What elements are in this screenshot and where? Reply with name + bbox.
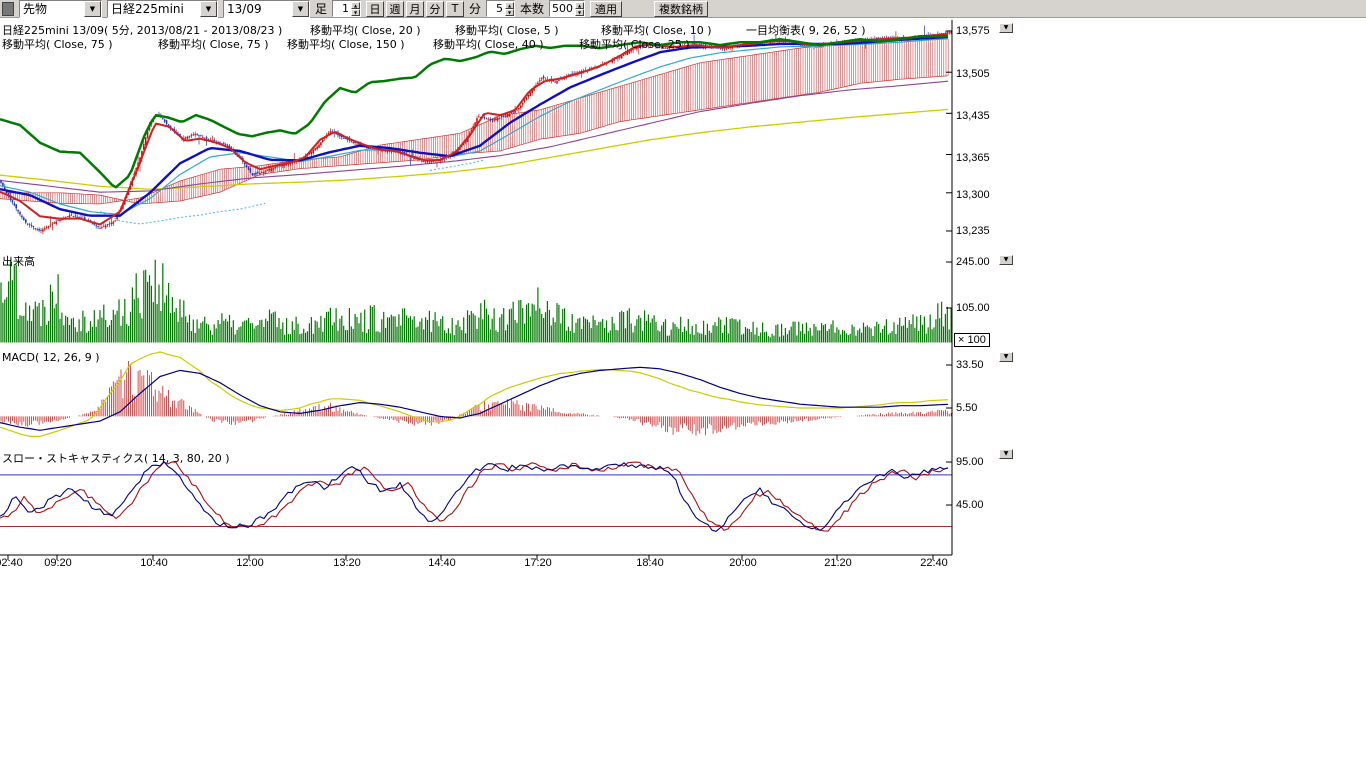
minute-value-input[interactable]: 5 ▲ ▼ bbox=[486, 0, 515, 17]
time-axis-label-7: 18:40 bbox=[633, 557, 667, 569]
legend-row2-item-2: 移動平均( Close, 150 ) bbox=[287, 36, 405, 52]
panel-scale-button-stoch[interactable]: ▼ bbox=[999, 449, 1013, 459]
time-axis-label-8: 20:00 bbox=[726, 557, 760, 569]
bar-interval-value: 1 bbox=[333, 2, 351, 15]
panel-scale-button-price[interactable]: ▼ bbox=[999, 23, 1013, 33]
time-axis-label-3: 12:00 bbox=[233, 557, 267, 569]
apply-button[interactable]: 適用 bbox=[590, 1, 622, 17]
price-axis-label-2: 13,435 bbox=[956, 110, 990, 122]
bar-count-label: 本数 bbox=[520, 0, 544, 17]
spin-down-icon[interactable]: ▼ bbox=[505, 9, 514, 16]
time-axis-label-0: 02:40 bbox=[0, 557, 26, 569]
panel-scale-button-macd[interactable]: ▼ bbox=[999, 352, 1013, 362]
category-select[interactable]: 先物 ▼ bbox=[19, 0, 102, 18]
period-button-1[interactable]: 週 bbox=[386, 1, 404, 17]
chart-canvas[interactable] bbox=[0, 18, 1013, 568]
time-axis-label-1: 09:20 bbox=[41, 557, 75, 569]
legend-row2-item-0: 移動平均( Close, 75 ) bbox=[2, 36, 113, 52]
time-axis-label-6: 17:20 bbox=[521, 557, 555, 569]
time-axis-label-9: 21:20 bbox=[821, 557, 855, 569]
period-button-4[interactable]: T bbox=[446, 1, 464, 17]
legend-row2-item-4: 移動平均( Close, 25 ) bbox=[579, 36, 690, 52]
spin-up-icon[interactable]: ▲ bbox=[351, 2, 360, 9]
macd-axis-label-0: 33.50 bbox=[956, 359, 984, 371]
period-button-2[interactable]: 月 bbox=[406, 1, 424, 17]
volume-multiplier-badge: × 100 bbox=[954, 333, 990, 347]
volume-panel-label: 出来高 bbox=[2, 253, 35, 269]
macd-axis-label-1: 5.50 bbox=[956, 402, 977, 414]
price-axis-label-1: 13,505 bbox=[956, 68, 990, 80]
legend-row1-item-4: 一目均衡表( 9, 26, 52 ) bbox=[746, 22, 866, 38]
chevron-down-icon[interactable]: ▼ bbox=[200, 1, 217, 17]
macd-panel-label: MACD( 12, 26, 9 ) bbox=[2, 351, 100, 364]
price-axis-label-0: 13,575 bbox=[956, 25, 990, 37]
symbol-select[interactable]: 日経225mini ▼ bbox=[107, 0, 218, 18]
contract-select[interactable]: 13/09 ▼ bbox=[223, 0, 310, 18]
price-axis-label-5: 13,235 bbox=[956, 225, 990, 237]
spin-up-icon[interactable]: ▲ bbox=[505, 2, 514, 9]
legend-row2-item-1: 移動平均( Close, 75 ) bbox=[158, 36, 269, 52]
price-axis-label-3: 13,365 bbox=[956, 152, 990, 164]
spinner-arrows[interactable]: ▲ ▼ bbox=[505, 2, 514, 16]
stoch-axis-label-0: 95.00 bbox=[956, 456, 984, 468]
toolbar: 先物 ▼ 日経225mini ▼ 13/09 ▼ 足 1 ▲ ▼ 日週月分T 分… bbox=[0, 0, 1366, 18]
chevron-down-icon[interactable]: ▼ bbox=[84, 1, 101, 17]
bar-count-value: 500 bbox=[550, 2, 575, 15]
bar-count-input[interactable]: 500 ▲ ▼ bbox=[549, 0, 585, 17]
symbol-select-value: 日経225mini bbox=[108, 2, 200, 16]
period-button-3[interactable]: 分 bbox=[426, 1, 444, 17]
panel-scale-button-volume[interactable]: ▼ bbox=[999, 255, 1013, 265]
bar-type-label: 足 bbox=[315, 0, 327, 17]
stoch-panel-label: スロー・ストキャスティクス( 14, 3, 80, 20 ) bbox=[2, 450, 230, 466]
spinner-arrows[interactable]: ▲ ▼ bbox=[351, 2, 360, 16]
chevron-down-icon[interactable]: ▼ bbox=[292, 1, 309, 17]
minute-label: 分 bbox=[469, 0, 481, 17]
minute-value: 5 bbox=[487, 2, 505, 15]
spin-up-icon[interactable]: ▲ bbox=[575, 2, 584, 9]
category-select-value: 先物 bbox=[20, 2, 84, 16]
time-axis-label-10: 22:40 bbox=[917, 557, 951, 569]
legend-row2-item-3: 移動平均( Close, 40 ) bbox=[433, 36, 544, 52]
period-button-group: 日週月分T bbox=[366, 1, 464, 17]
volume-axis-label-0: 245.00 bbox=[956, 256, 990, 268]
spin-down-icon[interactable]: ▼ bbox=[351, 9, 360, 16]
spinner-arrows[interactable]: ▲ ▼ bbox=[575, 2, 584, 16]
multi-symbol-button[interactable]: 複数銘柄 bbox=[654, 1, 708, 17]
spin-down-icon[interactable]: ▼ bbox=[575, 9, 584, 16]
time-axis-label-4: 13:20 bbox=[330, 557, 364, 569]
time-axis-label-5: 14:40 bbox=[425, 557, 459, 569]
stoch-axis-label-1: 45.00 bbox=[956, 499, 984, 511]
window-grip-icon bbox=[2, 2, 14, 16]
price-axis-label-4: 13,300 bbox=[956, 189, 990, 201]
contract-select-value: 13/09 bbox=[224, 2, 292, 16]
period-button-0[interactable]: 日 bbox=[366, 1, 384, 17]
volume-axis-label-1: 105.00 bbox=[956, 302, 990, 314]
bar-interval-input[interactable]: 1 ▲ ▼ bbox=[332, 0, 361, 17]
time-axis-label-2: 10:40 bbox=[137, 557, 171, 569]
